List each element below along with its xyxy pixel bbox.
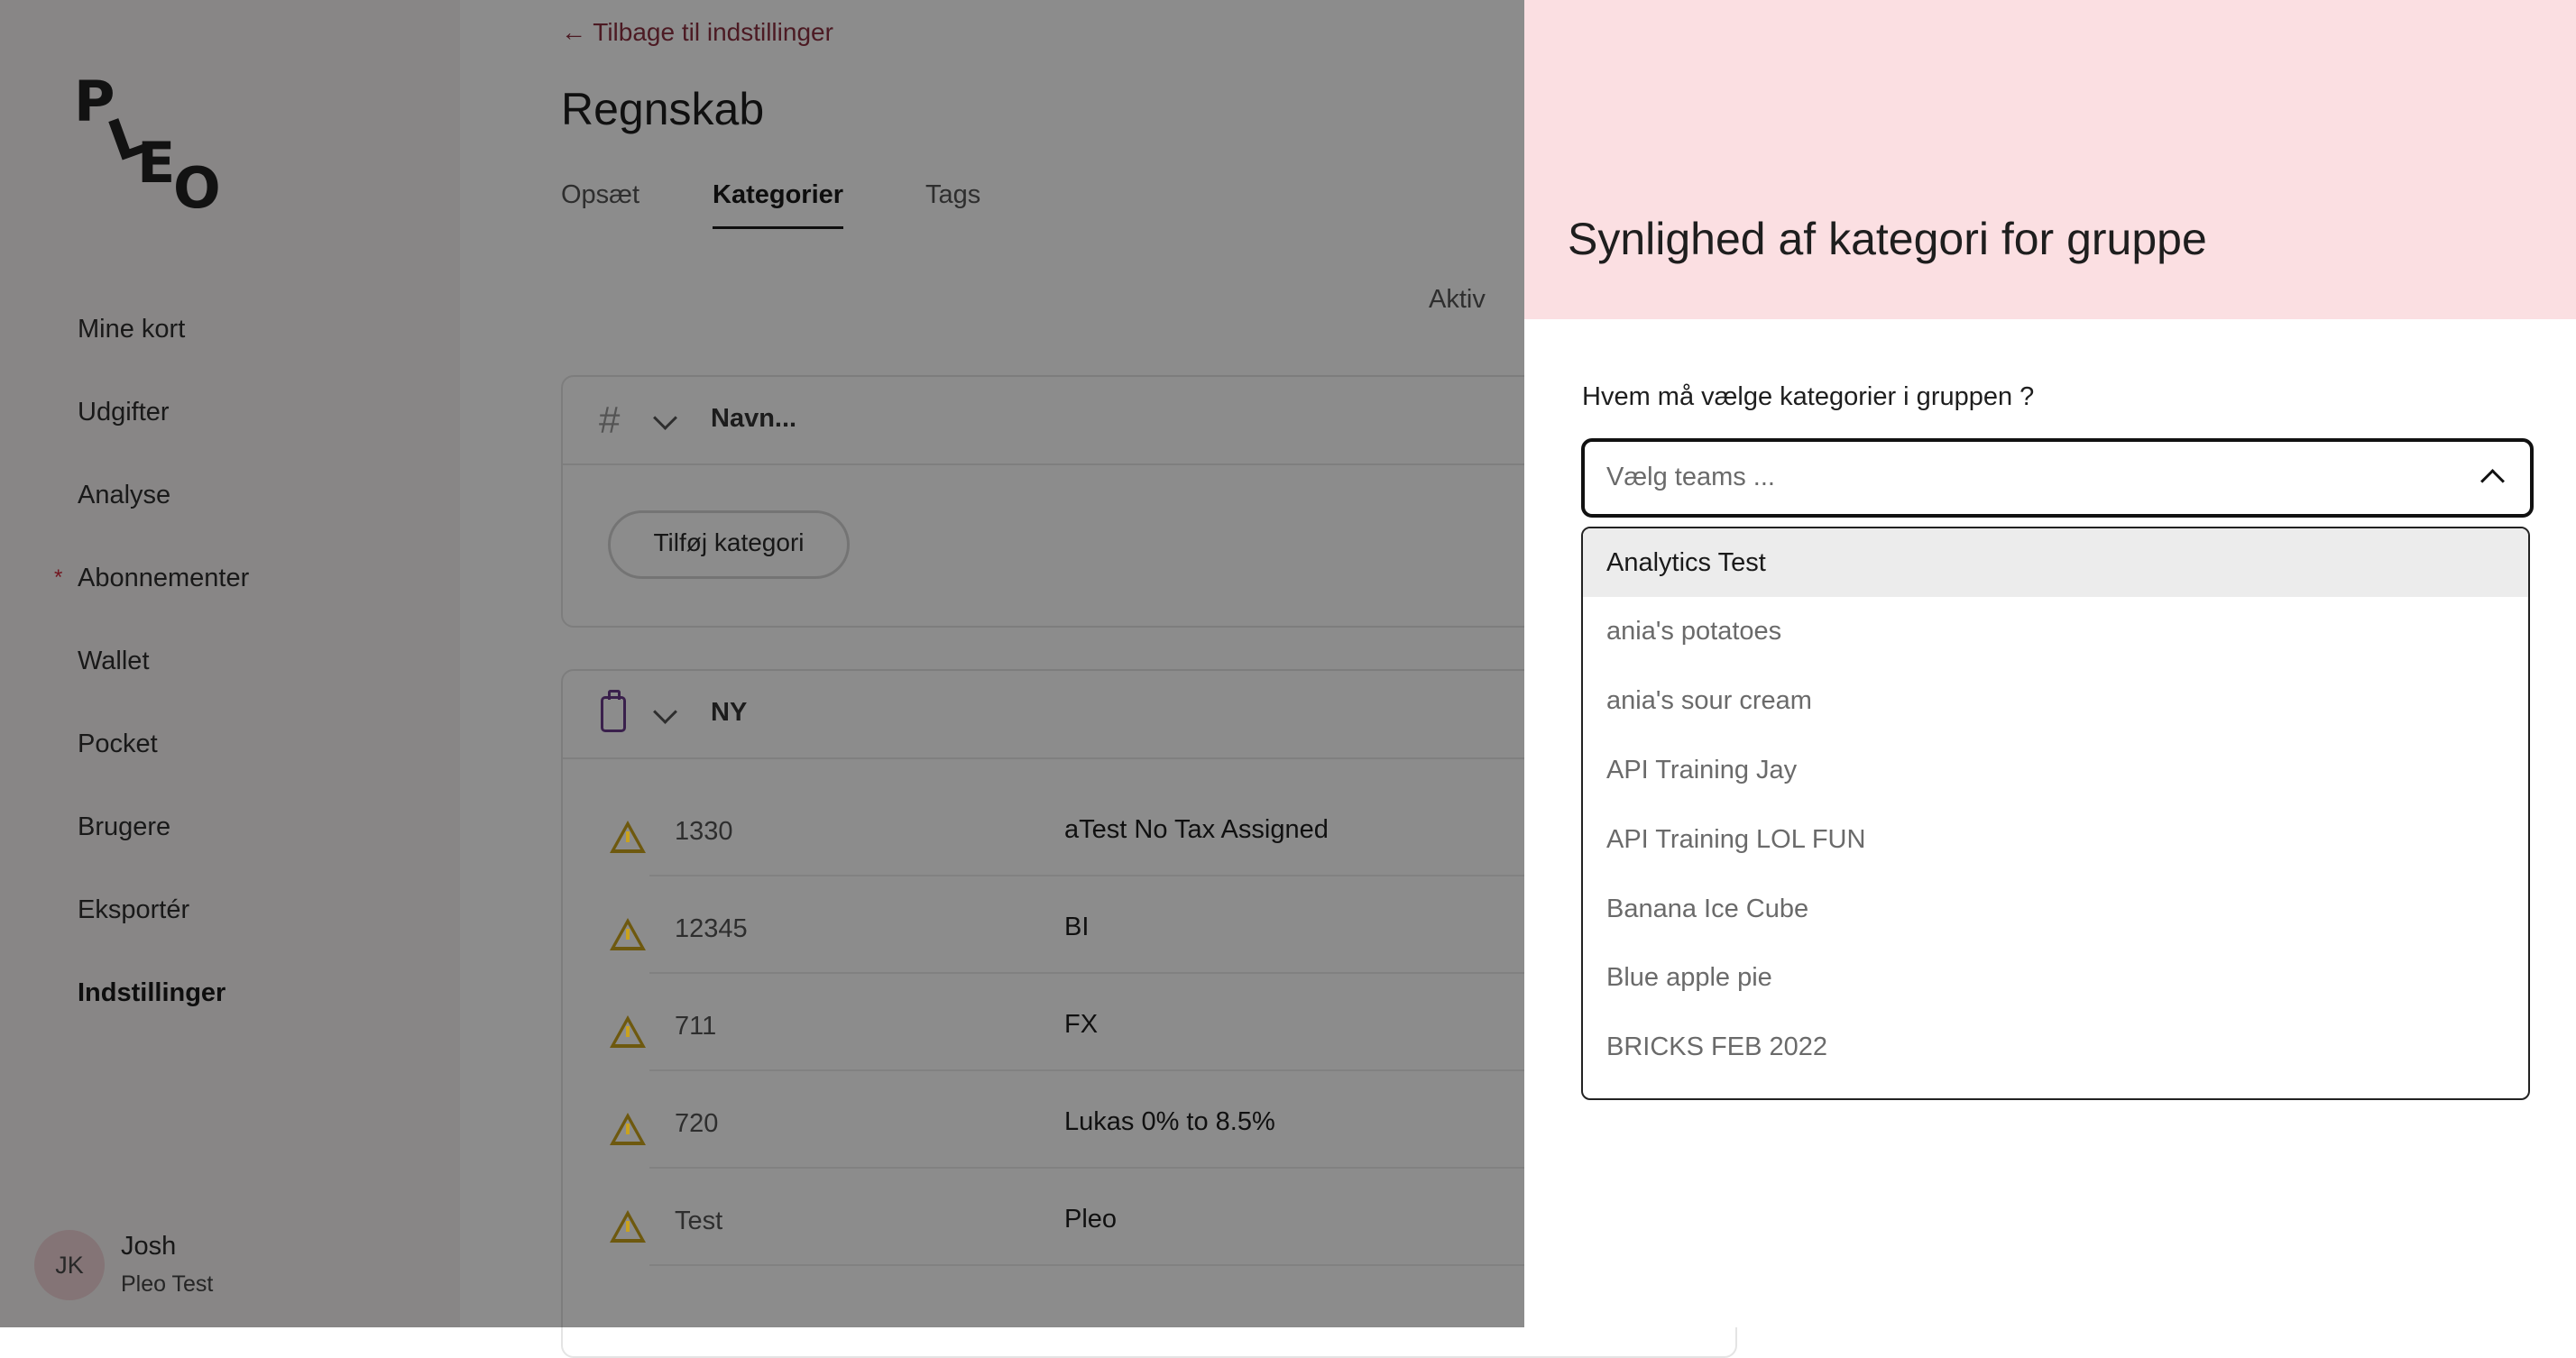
drawer-header: Synlighed af kategori for gruppe xyxy=(1524,0,2576,319)
dropdown-option[interactable]: ania's potatoes xyxy=(1583,597,2528,665)
dropdown-option[interactable]: Banana Ice Cube xyxy=(1583,875,2528,943)
chevron-up-icon[interactable] xyxy=(2480,469,2505,493)
visibility-drawer: Synlighed af kategori for gruppe Hvem må… xyxy=(1524,0,2576,1327)
dropdown-option[interactable]: ania's sour cream xyxy=(1583,666,2528,735)
dropdown-option[interactable]: Analytics Test xyxy=(1583,528,2528,597)
teams-field-label: Hvem må vælge kategorier i gruppen ? xyxy=(1582,382,2035,411)
teams-search-input[interactable] xyxy=(1605,454,2420,500)
teams-select[interactable] xyxy=(1581,438,2534,518)
dropdown-option[interactable]: API Training LOL FUN xyxy=(1583,805,2528,874)
drawer-title: Synlighed af kategori for gruppe xyxy=(1568,214,2207,264)
dropdown-option[interactable]: BRICKS FEB 2022 xyxy=(1583,1013,2528,1081)
dropdown-option[interactable]: Blue apple pie xyxy=(1583,943,2528,1012)
modal-backdrop[interactable] xyxy=(0,0,1524,1327)
dropdown-option[interactable]: API Training Jay xyxy=(1583,736,2528,804)
teams-dropdown-list: Analytics Test ania's potatoes ania's so… xyxy=(1581,527,2530,1100)
